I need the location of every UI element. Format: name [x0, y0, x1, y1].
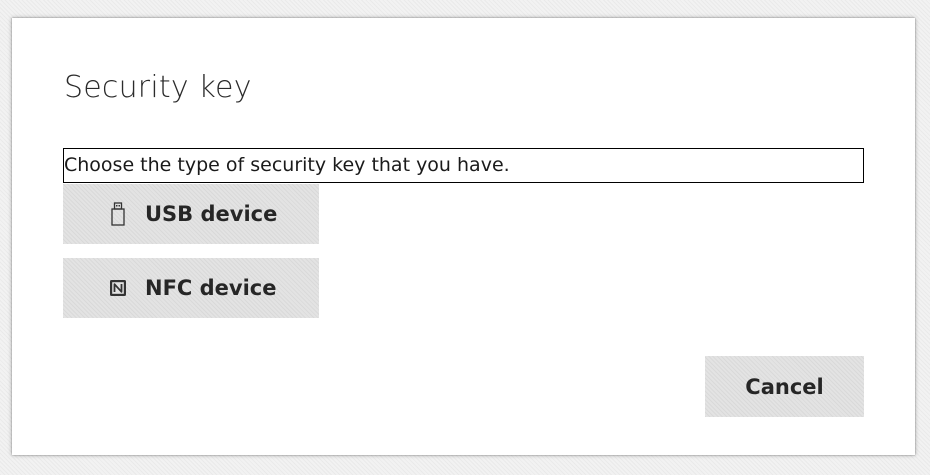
- usb-drive-icon: [109, 201, 127, 227]
- dialog-title: Security key: [64, 70, 252, 105]
- dialog-prompt: Choose the type of security key that you…: [63, 148, 864, 183]
- nfc-device-button[interactable]: NFC device: [63, 258, 319, 318]
- nfc-device-label: NFC device: [145, 276, 277, 300]
- usb-device-button[interactable]: USB device: [63, 184, 319, 244]
- usb-device-label: USB device: [145, 202, 278, 226]
- security-key-dialog: Security key Choose the type of security…: [12, 18, 915, 455]
- cancel-button[interactable]: Cancel: [705, 356, 864, 417]
- nfc-icon: [109, 275, 127, 301]
